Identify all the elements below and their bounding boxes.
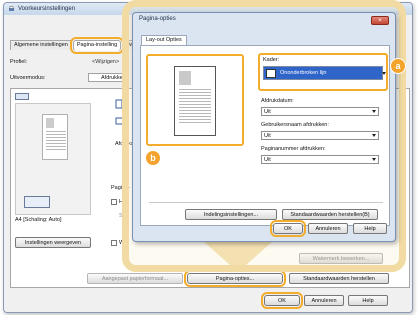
dialog-preview-image (179, 71, 191, 85)
preview-caption: A4 [Schaling: Auto] (15, 217, 62, 223)
preview-text-lines (46, 131, 66, 152)
dialog-help-button[interactable]: Help (353, 223, 387, 234)
print-page-numbers-select[interactable]: Uit (261, 155, 379, 164)
separator (149, 202, 383, 203)
dialog-page-preview (146, 54, 244, 146)
dialog-restore-defaults-button[interactable]: Standaardwaarden herstellen(B) (282, 209, 378, 220)
chevron-down-icon (372, 134, 376, 137)
print-page-numbers-value: Uit (264, 156, 271, 163)
printer-app-icon (9, 5, 14, 11)
callout-a: a (390, 58, 406, 74)
window-title: Voorkeursinstellingen (18, 6, 76, 12)
frame-setting-box: Kader: Ononderbroken lijn (258, 53, 388, 91)
view-toggle-icons[interactable] (15, 93, 29, 100)
tab-page-setup[interactable]: Pagina-instelling (69, 37, 125, 54)
profile-edit-link[interactable]: <Wijzigen> (92, 59, 119, 65)
close-icon[interactable]: × (371, 16, 389, 25)
preview-image (46, 118, 54, 128)
page-options-button[interactable]: Pagina-opties... (184, 270, 286, 287)
restore-defaults-button[interactable]: Standaardwaarden herstellen (289, 273, 389, 284)
print-date-value: Uit (264, 108, 271, 115)
format-settings-button[interactable]: Indelingsinstellingen... (185, 209, 277, 220)
custom-paper-size-button[interactable]: Aangepast papierformaat... (87, 273, 183, 284)
layout-options-panel: Kader: Ononderbroken lijn Afdrukdatum: U… (140, 45, 390, 226)
page-options-dialog: Pagina-opties × Lay-out Opties Kader: On… (132, 12, 396, 242)
print-date-select[interactable]: Uit (261, 107, 379, 116)
help-button[interactable]: Help (348, 295, 388, 306)
frame-dropdown-arrow[interactable] (382, 72, 386, 75)
print-date-label: Afdrukdatum: (261, 98, 294, 104)
tab-general-settings[interactable]: Algemene instellingen (10, 40, 72, 50)
preview-page (42, 114, 68, 160)
chevron-down-icon (372, 158, 376, 161)
output-mode-label: Uitvoermodus: (10, 75, 46, 81)
print-username-label: Gebruikersnaam afdrukken: (261, 122, 329, 128)
dialog-preview-text-lines (179, 89, 211, 125)
page-preview-area (15, 103, 91, 215)
profile-label: Profiel: (10, 59, 28, 65)
dialog-ok-button[interactable]: OK (270, 220, 306, 237)
manual-scaling-checkbox[interactable] (111, 199, 117, 205)
frame-select[interactable]: Ononderbroken lijn (263, 66, 383, 80)
print-page-numbers-label: Paginanummer afdrukken: (261, 146, 326, 152)
print-username-select[interactable]: Uit (261, 131, 379, 140)
frame-label: Kader: (263, 57, 280, 63)
frame-select-value: Ononderbroken lijn (280, 70, 327, 76)
ok-button[interactable]: OK (261, 292, 303, 309)
dialog-title: Pagina-opties (139, 16, 176, 22)
orientation-icons[interactable] (24, 196, 50, 208)
print-username-value: Uit (264, 132, 271, 139)
watermark-checkbox[interactable] (111, 240, 117, 246)
chevron-down-icon (372, 110, 376, 113)
cancel-button[interactable]: Annuleren (304, 295, 344, 306)
solid-frame-icon (266, 68, 276, 78)
dialog-cancel-button[interactable]: Annuleren (308, 223, 348, 234)
callout-b: b (145, 150, 161, 166)
view-settings-button[interactable]: Instellingen weergeven (15, 237, 91, 248)
dialog-preview-page (174, 66, 216, 136)
